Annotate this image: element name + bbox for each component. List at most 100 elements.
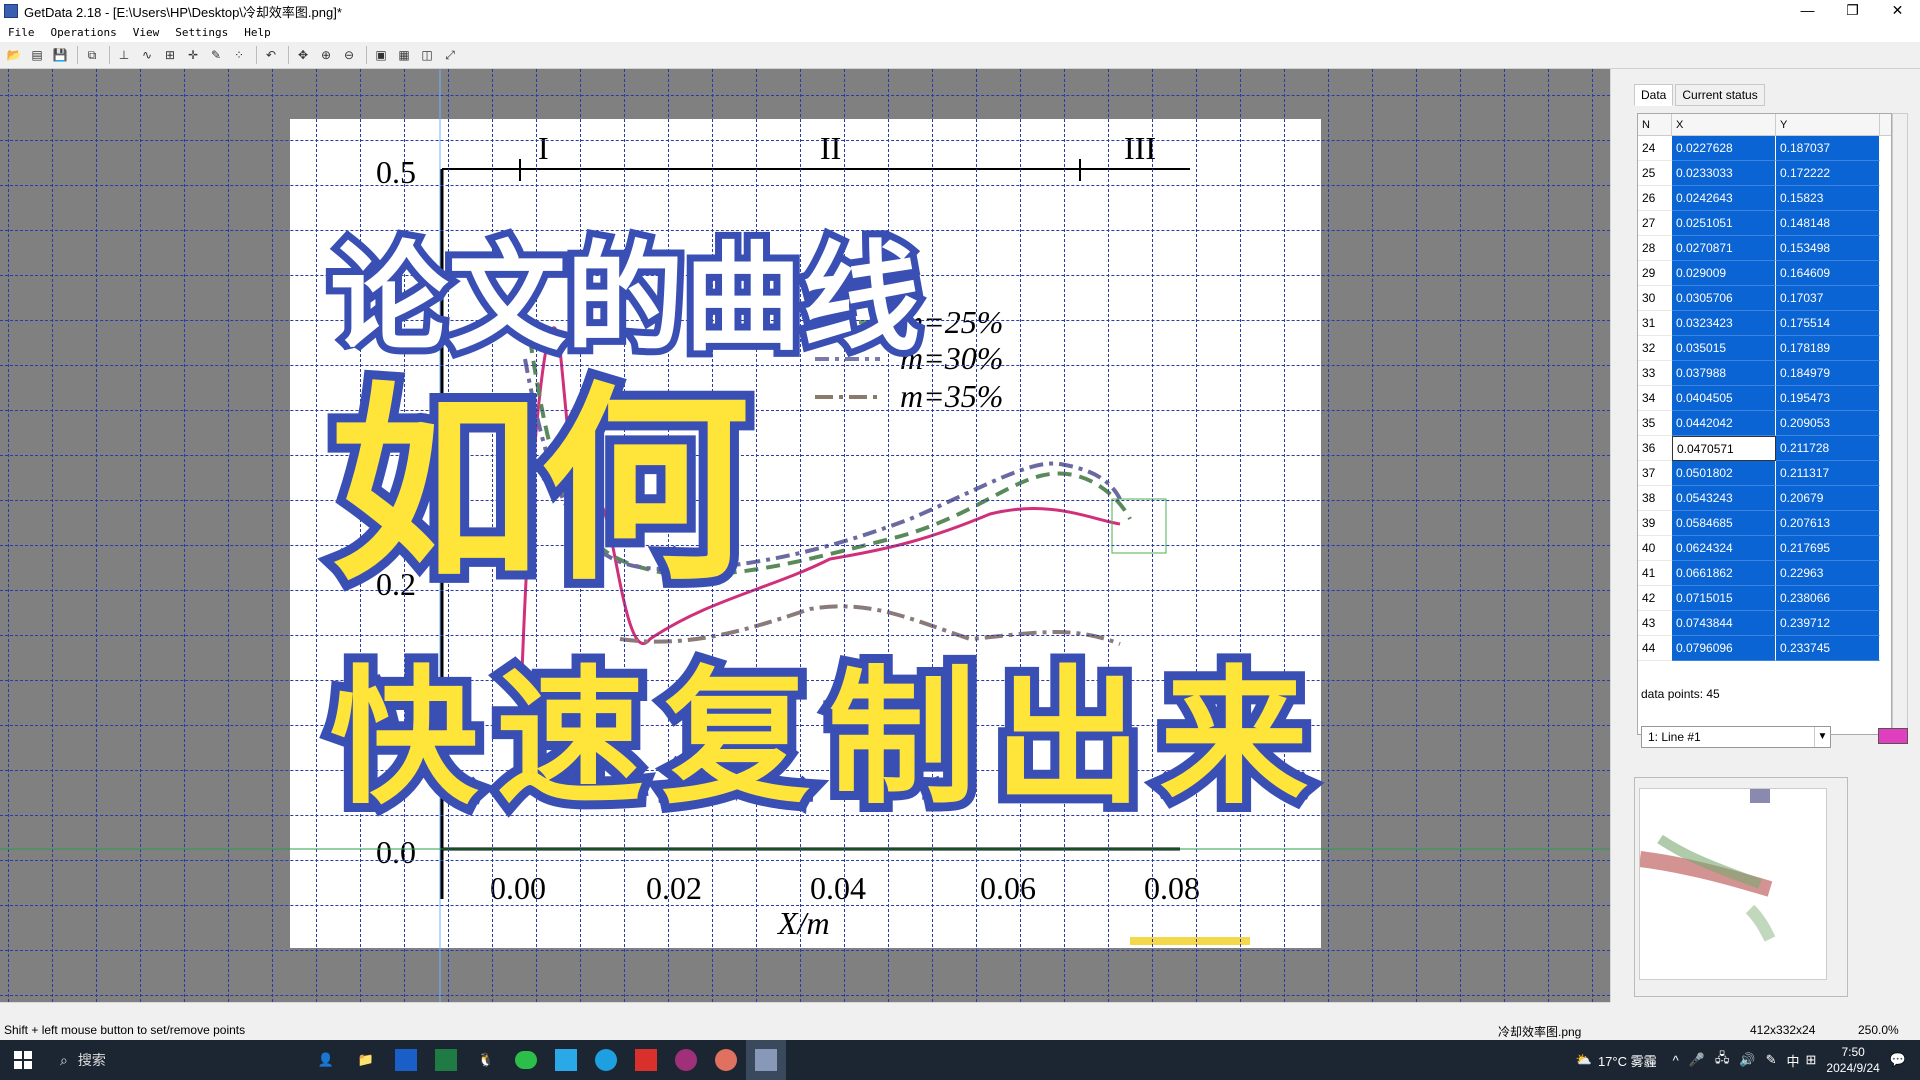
notification-icon[interactable]: 💬 <box>1890 1052 1906 1068</box>
cell-n[interactable]: 33 <box>1638 361 1672 386</box>
line-color-swatch[interactable] <box>1878 728 1908 744</box>
cell-x[interactable]: 0.0470571 <box>1672 436 1776 461</box>
table-row[interactable]: 43 0.0743844 0.239712 <box>1638 611 1891 636</box>
table-row[interactable]: 27 0.0251051 0.148148 <box>1638 211 1891 236</box>
table-row[interactable]: 38 0.0543243 0.20679 <box>1638 486 1891 511</box>
browser-icon[interactable] <box>586 1040 626 1080</box>
grid-digitize-icon[interactable]: ⊞ <box>160 45 180 65</box>
qq-icon[interactable]: 🐧 <box>466 1040 506 1080</box>
image-canvas[interactable]: I II III 0.5 0.2 0.0 0.00 0.02 0.04 0.06… <box>0 69 1610 1002</box>
maximize-button[interactable]: ❐ <box>1830 0 1875 22</box>
cell-x[interactable]: 0.0442042 <box>1672 411 1776 436</box>
cell-n[interactable]: 35 <box>1638 411 1672 436</box>
eraser-icon[interactable]: ✎ <box>206 45 226 65</box>
table-row[interactable]: 39 0.0584685 0.207613 <box>1638 511 1891 536</box>
cell-x[interactable]: 0.029009 <box>1672 261 1776 286</box>
canvas-horizontal-scrollbar[interactable] <box>0 1002 1610 1018</box>
cell-n[interactable]: 34 <box>1638 386 1672 411</box>
cell-n[interactable]: 26 <box>1638 186 1672 211</box>
canvas-vertical-scrollbar[interactable] <box>1610 69 1626 1002</box>
save-icon[interactable]: 💾 <box>50 45 70 65</box>
col-y[interactable]: Y <box>1776 114 1880 136</box>
cell-n[interactable]: 41 <box>1638 561 1672 586</box>
cell-y[interactable]: 0.17037 <box>1776 286 1880 311</box>
cell-n[interactable]: 30 <box>1638 286 1672 311</box>
excel-icon[interactable] <box>426 1040 466 1080</box>
copy-icon[interactable]: ⧉ <box>82 45 102 65</box>
chevron-up-icon[interactable]: ^ <box>1673 1053 1679 1068</box>
cell-y[interactable]: 0.178189 <box>1776 336 1880 361</box>
open-icon[interactable]: 📂 <box>4 45 24 65</box>
pen-icon[interactable]: ✎ <box>1766 1052 1777 1068</box>
weather-text[interactable]: 17°C 雾霾 <box>1598 1051 1657 1070</box>
cell-x[interactable]: 0.0796096 <box>1672 636 1776 661</box>
cell-x[interactable]: 0.0743844 <box>1672 611 1776 636</box>
menu-operations[interactable]: Operations <box>43 26 125 39</box>
cell-n[interactable]: 42 <box>1638 586 1672 611</box>
cell-n[interactable]: 44 <box>1638 636 1672 661</box>
cell-n[interactable]: 36 <box>1638 436 1672 461</box>
cell-n[interactable]: 37 <box>1638 461 1672 486</box>
table-row[interactable]: 28 0.0270871 0.153498 <box>1638 236 1891 261</box>
cell-x[interactable]: 0.0715015 <box>1672 586 1776 611</box>
app-red-icon[interactable] <box>706 1040 746 1080</box>
tab-data[interactable]: Data <box>1634 84 1674 106</box>
chevron-down-icon[interactable]: ▼ <box>1814 727 1830 747</box>
minimize-button[interactable]: — <box>1785 0 1830 22</box>
table-row[interactable]: 24 0.0227628 0.187037 <box>1638 136 1891 161</box>
table-row[interactable]: 37 0.0501802 0.211317 <box>1638 461 1891 486</box>
cell-x[interactable]: 0.0543243 <box>1672 486 1776 511</box>
cell-y[interactable]: 0.238066 <box>1776 586 1880 611</box>
table-scrollbar[interactable] <box>1892 113 1908 735</box>
people-icon[interactable]: 👤 <box>306 1040 346 1080</box>
table-row[interactable]: 29 0.029009 0.164609 <box>1638 261 1891 286</box>
move-icon[interactable]: ✥ <box>293 45 313 65</box>
cell-x[interactable]: 0.0305706 <box>1672 286 1776 311</box>
menu-view[interactable]: View <box>125 26 168 39</box>
cell-n[interactable]: 39 <box>1638 511 1672 536</box>
weather-icon[interactable]: ⛅ <box>1576 1052 1592 1068</box>
tab-current-status[interactable]: Current status <box>1675 84 1765 106</box>
cell-y[interactable]: 0.22963 <box>1776 561 1880 586</box>
table-row[interactable]: 31 0.0323423 0.175514 <box>1638 311 1891 336</box>
cell-n[interactable]: 24 <box>1638 136 1672 161</box>
undo-icon[interactable]: ↶ <box>261 45 281 65</box>
cell-x[interactable]: 0.0323423 <box>1672 311 1776 336</box>
table-row[interactable]: 34 0.0404505 0.195473 <box>1638 386 1891 411</box>
cell-n[interactable]: 31 <box>1638 311 1672 336</box>
point-capture-icon[interactable]: ✛ <box>183 45 203 65</box>
zoom-out-icon[interactable]: ⊖ <box>339 45 359 65</box>
cell-y[interactable]: 0.233745 <box>1776 636 1880 661</box>
cell-y[interactable]: 0.20679 <box>1776 486 1880 511</box>
getdata-taskbar-icon[interactable] <box>746 1040 786 1080</box>
cell-y[interactable]: 0.15823 <box>1776 186 1880 211</box>
cell-n[interactable]: 38 <box>1638 486 1672 511</box>
cell-y[interactable]: 0.239712 <box>1776 611 1880 636</box>
cell-x[interactable]: 0.0661862 <box>1672 561 1776 586</box>
menu-file[interactable]: File <box>0 26 43 39</box>
cell-x[interactable]: 0.0624324 <box>1672 536 1776 561</box>
cell-x[interactable]: 0.037988 <box>1672 361 1776 386</box>
microphone-icon[interactable]: 🎤 <box>1689 1052 1705 1068</box>
app-blue-icon[interactable] <box>546 1040 586 1080</box>
table-row[interactable]: 40 0.0624324 0.217695 <box>1638 536 1891 561</box>
volume-icon[interactable]: 🔊 <box>1739 1052 1755 1068</box>
points-icon[interactable]: ⁘ <box>229 45 249 65</box>
cell-y[interactable]: 0.211317 <box>1776 461 1880 486</box>
cell-y[interactable]: 0.195473 <box>1776 386 1880 411</box>
solidworks-icon[interactable] <box>626 1040 666 1080</box>
cell-x[interactable]: 0.0251051 <box>1672 211 1776 236</box>
cell-x[interactable]: 0.0242643 <box>1672 186 1776 211</box>
table-row[interactable]: 25 0.0233033 0.172222 <box>1638 161 1891 186</box>
cell-n[interactable]: 29 <box>1638 261 1672 286</box>
fullscreen-icon[interactable]: ⤢ <box>440 45 460 65</box>
axes-icon[interactable]: ⊥ <box>114 45 134 65</box>
cell-x[interactable]: 0.035015 <box>1672 336 1776 361</box>
cell-y[interactable]: 0.211728 <box>1776 436 1880 461</box>
cell-x[interactable]: 0.0584685 <box>1672 511 1776 536</box>
taskbar-search[interactable]: ⌕ 搜索 <box>46 1040 266 1080</box>
scan-icon[interactable]: ▤ <box>27 45 47 65</box>
close-button[interactable]: ✕ <box>1875 0 1920 22</box>
table-row[interactable]: 42 0.0715015 0.238066 <box>1638 586 1891 611</box>
table-row[interactable]: 26 0.0242643 0.15823 <box>1638 186 1891 211</box>
